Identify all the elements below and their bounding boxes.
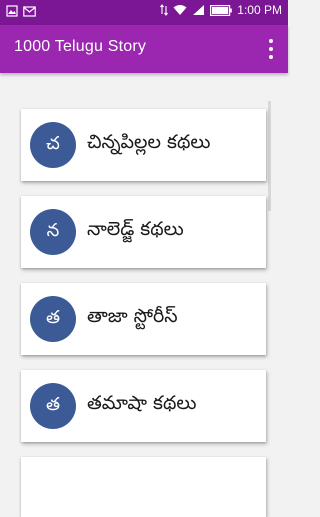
category-letter-avatar: త — [30, 383, 76, 429]
category-card-latest-stories[interactable]: త తాజా స్టోరీస్ — [21, 283, 266, 355]
category-card-children-stories[interactable]: చ చిన్నపిల్లల కథలు — [21, 109, 266, 181]
status-system: 1:00 PM — [160, 3, 282, 17]
overflow-dot — [269, 39, 273, 43]
category-label: తాజా స్టోరీస్ — [87, 305, 178, 327]
category-letter-avatar: త — [30, 296, 76, 342]
category-label: తమాషా కథలు — [87, 392, 197, 414]
overflow-dot — [269, 47, 273, 51]
category-letter-avatar: న — [30, 209, 76, 255]
overflow-menu-icon[interactable] — [266, 39, 276, 59]
app-title: 1000 Telugu Story — [14, 38, 147, 55]
app-bar: 1000 Telugu Story — [0, 25, 288, 73]
battery-icon — [210, 4, 233, 16]
category-label: చిన్నపిల్లల కథలు — [87, 131, 211, 153]
overflow-dot — [269, 55, 273, 59]
category-card-partial[interactable] — [21, 457, 266, 517]
signal-icon — [193, 5, 205, 15]
scrollbar-thumb[interactable] — [268, 101, 271, 211]
notification-mail-icon — [23, 5, 36, 17]
category-label: నాలెడ్జ్ కథలు — [87, 218, 184, 240]
category-card-funny-stories[interactable]: త తమాషా కథలు — [21, 370, 266, 442]
category-card-knowledge-stories[interactable]: న నాలెడ్జ్ కథలు — [21, 196, 266, 268]
story-category-list[interactable]: చ చిన్నపిల్లల కథలు న నాలెడ్జ్ కథలు త తాజ… — [0, 73, 288, 517]
status-bar: 1:00 PM — [0, 0, 288, 25]
notification-gallery-icon — [6, 5, 18, 17]
category-letter-avatar: చ — [30, 122, 76, 168]
status-notifications — [6, 5, 36, 17]
status-time: 1:00 PM — [237, 3, 282, 17]
wifi-icon — [173, 5, 187, 15]
data-transfer-icon — [160, 4, 169, 16]
